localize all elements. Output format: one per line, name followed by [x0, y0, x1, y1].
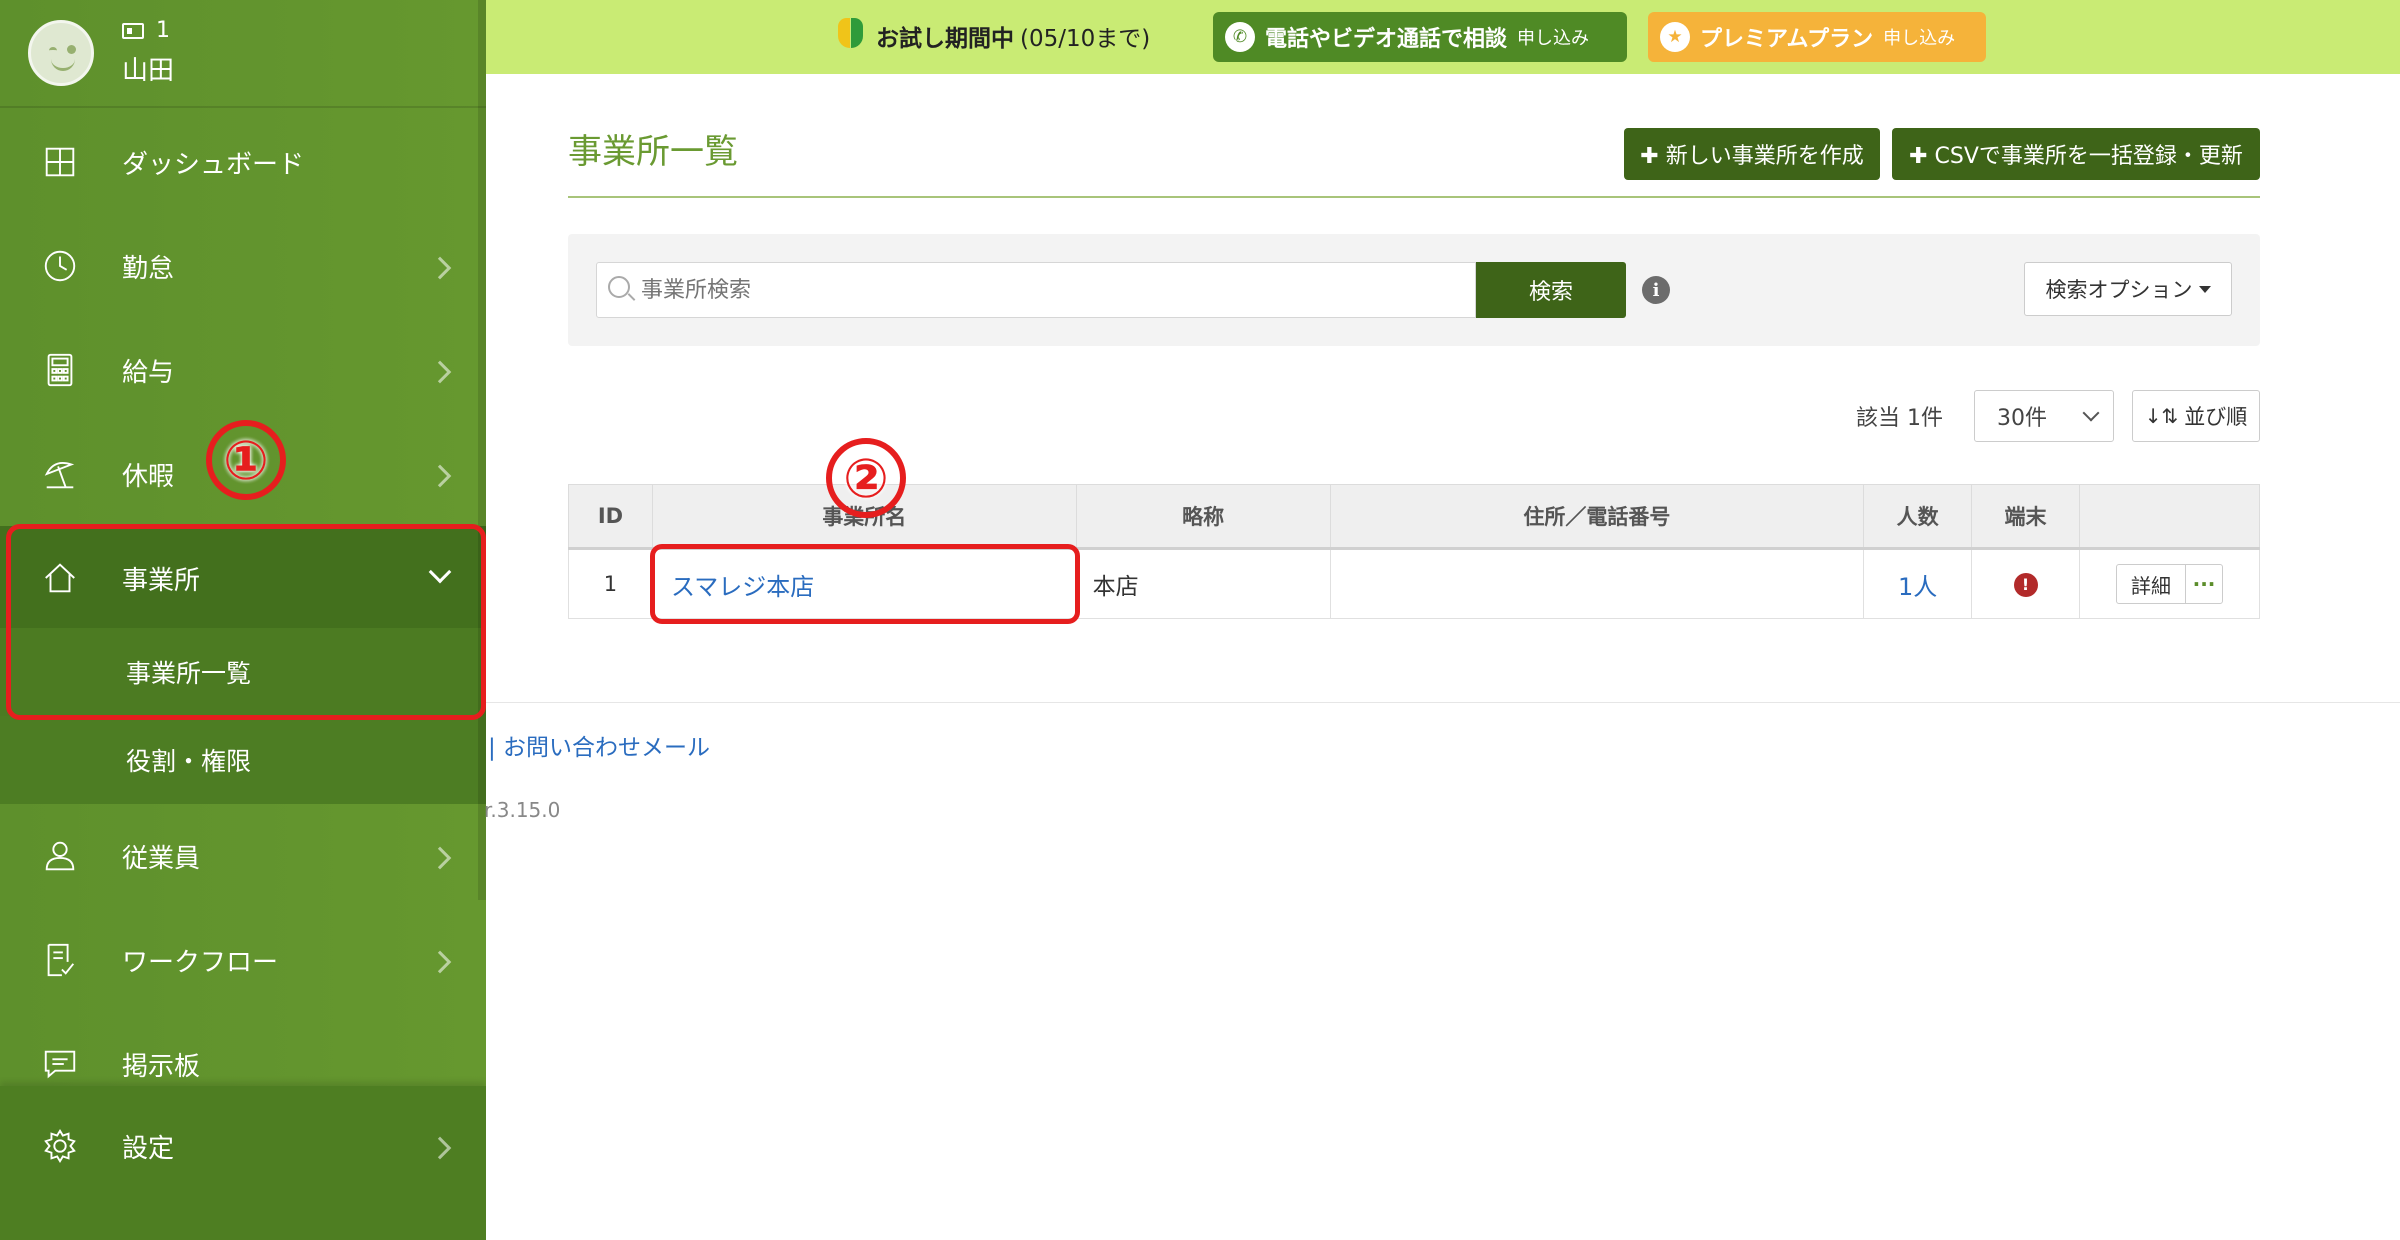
- chevron-right-icon: [428, 464, 452, 488]
- sidebar-item-label: 従業員: [122, 843, 201, 874]
- chevron-right-icon: [428, 360, 452, 384]
- chevron-right-icon: [428, 1136, 452, 1160]
- sidebar-item-label: 勤怠: [122, 253, 175, 284]
- per-page-select[interactable]: 30件: [1974, 390, 2114, 442]
- sort-icon: ↓⇅: [2144, 404, 2179, 428]
- column-header-address[interactable]: 住所／電話番号: [1329, 484, 1865, 550]
- dashboard-icon: [40, 142, 80, 182]
- avatar: [28, 20, 94, 86]
- more-options-button[interactable]: ···: [2186, 565, 2222, 603]
- sidebar-scrollbar[interactable]: [478, 0, 486, 900]
- annotation-highlight-office: [6, 524, 486, 720]
- footer-divider: [486, 702, 2400, 703]
- cell-people: 1人: [1863, 548, 1973, 619]
- sidebar-item-attendance[interactable]: 勤怠: [0, 214, 486, 318]
- sidebar-subitem-roles[interactable]: 役割・権限: [0, 716, 486, 804]
- sidebar-item-label: 休暇: [122, 461, 175, 492]
- cell-actions: 詳細 ···: [2079, 548, 2260, 619]
- cell-terminal: !: [1971, 548, 2081, 619]
- message-icon: [40, 1044, 80, 1084]
- sidebar-item-payroll[interactable]: 給与: [0, 318, 486, 422]
- sidebar-item-label: ダッシュボード: [122, 149, 305, 180]
- cell-id: 1: [568, 548, 653, 619]
- column-header-terminal[interactable]: 端末: [1971, 484, 2081, 550]
- sidebar-item-employees[interactable]: 従業員: [0, 804, 486, 908]
- search-panel: 検索 i 検索オプション: [568, 234, 2260, 346]
- annotation-step-2: ②: [826, 438, 906, 518]
- search-button[interactable]: 検索: [1476, 262, 1626, 318]
- beginner-leaf-icon: [838, 18, 864, 54]
- page-title: 事業所一覧: [568, 132, 738, 172]
- people-count-link[interactable]: 1人: [1898, 573, 1937, 601]
- id-card-icon: [122, 22, 144, 39]
- result-count: 該当 1件: [1856, 406, 1943, 431]
- sidebar-item-label: ワークフロー: [122, 947, 279, 978]
- column-header-short[interactable]: 略称: [1075, 484, 1331, 550]
- chevron-right-icon: [428, 846, 452, 870]
- annotation-step-1: ①: [206, 420, 286, 500]
- premium-plan-button[interactable]: ★ プレミアムプラン 申し込み: [1648, 12, 1986, 62]
- detail-button[interactable]: 詳細: [2117, 565, 2186, 603]
- chevron-right-icon: [428, 950, 452, 974]
- person-icon: [40, 836, 80, 876]
- user-id: 1: [122, 18, 170, 43]
- new-office-button[interactable]: ✚ 新しい事業所を作成: [1624, 128, 1880, 180]
- search-icon: [608, 276, 630, 298]
- sidebar-item-settings[interactable]: 設定: [0, 1094, 486, 1198]
- consult-button[interactable]: ✆ 電話やビデオ通話で相談 申し込み: [1213, 12, 1627, 62]
- cell-short: 本店: [1075, 548, 1331, 619]
- chevron-down-icon: [2082, 404, 2100, 422]
- sidebar-item-label: 設定: [122, 1133, 175, 1164]
- title-divider: [568, 196, 2260, 198]
- caret-down-icon: [2198, 285, 2211, 293]
- user-panel[interactable]: 1 山田: [0, 0, 486, 108]
- sidebar-item-dashboard[interactable]: ダッシュボード: [0, 110, 486, 214]
- star-icon: ★: [1660, 22, 1690, 52]
- cell-address: [1329, 548, 1865, 619]
- search-input[interactable]: [596, 262, 1476, 318]
- sidebar-item-label: 掲示板: [122, 1051, 201, 1082]
- user-name: 山田: [122, 56, 175, 86]
- warning-icon: !: [2013, 573, 2038, 597]
- chevron-right-icon: [428, 256, 452, 280]
- table-header-row: ID 事業所名 略称 住所／電話番号 人数 端末: [568, 484, 2260, 550]
- row-actions: 詳細 ···: [2116, 564, 2223, 604]
- checklist-icon: [40, 940, 80, 980]
- version-label: r.3.15.0: [484, 798, 561, 822]
- column-header-id[interactable]: ID: [568, 484, 653, 550]
- gear-icon: [40, 1126, 80, 1166]
- info-icon[interactable]: i: [1642, 276, 1670, 304]
- sidebar-subitem-label: 役割・権限: [126, 747, 252, 776]
- sidebar-bottom: 設定: [0, 1086, 486, 1240]
- beach-umbrella-icon: [40, 454, 80, 494]
- calculator-icon: [40, 350, 80, 390]
- clock-icon: [40, 246, 80, 286]
- sort-button[interactable]: ↓⇅ 並び順: [2132, 390, 2260, 442]
- trial-status: お試し期間中 (05/10まで): [838, 18, 1150, 54]
- csv-import-button[interactable]: ✚ CSVで事業所を一括登録・更新: [1892, 128, 2260, 180]
- search-options-button[interactable]: 検索オプション: [2024, 262, 2232, 316]
- annotation-highlight-office-name: [650, 544, 1080, 624]
- sidebar-item-workflow[interactable]: ワークフロー: [0, 908, 486, 1012]
- column-header-actions: [2079, 484, 2260, 550]
- sidebar-item-label: 給与: [122, 357, 175, 388]
- column-header-people[interactable]: 人数: [1863, 484, 1973, 550]
- phone-icon: ✆: [1225, 22, 1255, 52]
- contact-mail-link[interactable]: | お問い合わせメール: [488, 728, 710, 762]
